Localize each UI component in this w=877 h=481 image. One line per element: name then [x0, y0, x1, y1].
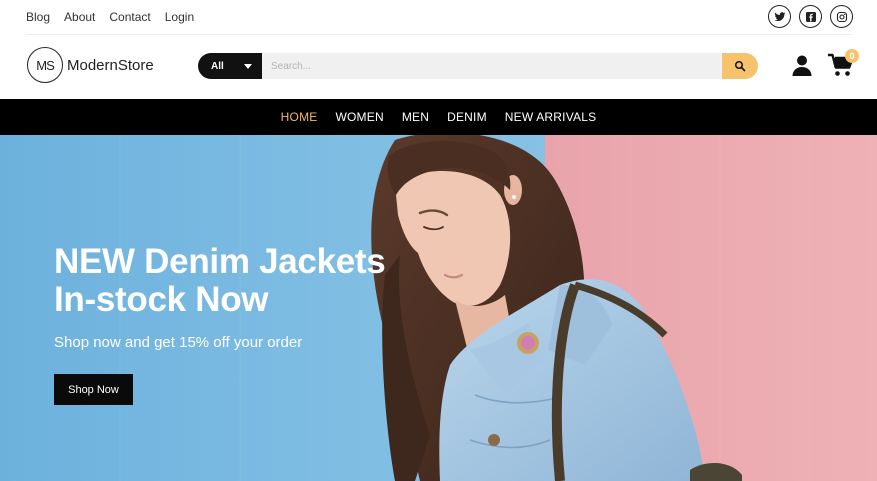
twitter-icon[interactable]: [768, 5, 791, 28]
nav-item-women[interactable]: WOMEN: [335, 110, 383, 124]
search-input[interactable]: [262, 53, 722, 79]
top-divider: [26, 34, 853, 35]
contact-link[interactable]: Contact: [109, 10, 150, 24]
nav-item-new-arrivals[interactable]: NEW ARRIVALS: [505, 110, 597, 124]
hero-subtitle: Shop now and get 15% off your order: [54, 334, 303, 351]
about-link[interactable]: About: [64, 10, 95, 24]
top-links: Blog About Contact Login: [26, 10, 194, 24]
hero-title-line-1: NEW Denim Jackets: [54, 242, 386, 281]
store-logo[interactable]: MS ModernStore: [27, 47, 154, 83]
hero-banner: NEW Denim Jackets In-stock Now Shop now …: [0, 135, 877, 481]
blog-link[interactable]: Blog: [26, 10, 50, 24]
search-button[interactable]: [722, 53, 758, 79]
search-bar: All: [198, 53, 758, 79]
login-link[interactable]: Login: [165, 10, 194, 24]
cart-count-badge: 0: [845, 49, 859, 63]
nav-item-men[interactable]: MEN: [402, 110, 429, 124]
nav-item-home[interactable]: HOME: [281, 110, 318, 124]
hero-title-line-2: In-stock Now: [54, 280, 269, 319]
account-button[interactable]: [790, 53, 814, 77]
logo-text: ModernStore: [67, 56, 154, 74]
nav-item-denim[interactable]: DENIM: [447, 110, 487, 124]
facebook-icon[interactable]: [799, 5, 822, 28]
instagram-icon[interactable]: [830, 5, 853, 28]
search-category-select[interactable]: All: [198, 53, 262, 79]
shop-now-button[interactable]: Shop Now: [54, 374, 133, 405]
top-bar: Blog About Contact Login: [0, 0, 877, 35]
hero-title: NEW Denim Jackets In-stock Now: [54, 242, 386, 319]
social-links: [768, 5, 853, 28]
logo-mark: MS: [27, 47, 63, 83]
search-icon: [735, 61, 746, 72]
search-category-label: All: [211, 60, 224, 72]
main-nav: HOME WOMEN MEN DENIM NEW ARRIVALS: [0, 99, 877, 135]
user-icon: [792, 55, 812, 76]
caret-down-icon: [244, 63, 252, 69]
